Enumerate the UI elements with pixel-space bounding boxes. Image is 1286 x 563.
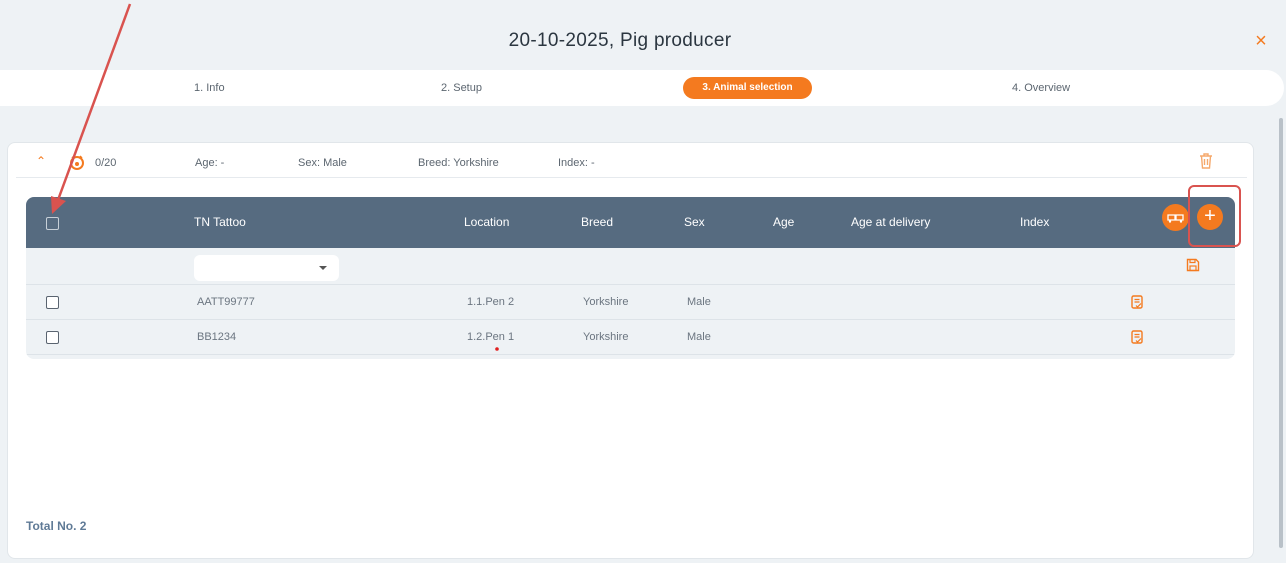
trash-icon[interactable] <box>1199 152 1213 170</box>
group-header-row: ⌃ 0/20 Age: - Sex: Male Breed: Yorkshire… <box>16 148 1247 178</box>
group-index: Index: - <box>558 157 595 169</box>
scrollbar[interactable] <box>1279 118 1283 548</box>
table-row[interactable]: AATT99777 1.1.Pen 2 Yorkshire Male <box>26 285 1235 320</box>
step-info[interactable]: 1. Info <box>194 70 225 106</box>
cell-sex: Male <box>687 296 711 308</box>
table-header: TN Tattoo Location Breed Sex Age Age at … <box>26 197 1235 248</box>
cell-location: 1.2.Pen 1 <box>467 331 515 343</box>
row-checkbox[interactable] <box>46 331 59 344</box>
group-breed: Breed: Yorkshire <box>418 157 499 169</box>
select-all-checkbox[interactable] <box>46 217 59 230</box>
cell-sex: Male <box>687 331 711 343</box>
filter-row <box>26 248 1235 285</box>
transport-icon[interactable] <box>1162 204 1189 231</box>
close-icon[interactable]: × <box>1251 31 1271 51</box>
step-overview[interactable]: 4. Overview <box>1012 70 1070 106</box>
group-count: 0/20 <box>95 157 117 169</box>
column-index[interactable]: Index <box>1020 215 1049 229</box>
column-breed[interactable]: Breed <box>581 215 613 229</box>
total-count: Total No. 2 <box>26 519 87 533</box>
chevron-up-icon[interactable]: ⌃ <box>36 154 46 168</box>
column-location[interactable]: Location <box>464 215 509 229</box>
cell-breed: Yorkshire <box>583 296 629 308</box>
animal-table: TN Tattoo Location Breed Sex Age Age at … <box>26 197 1235 359</box>
step-setup[interactable]: 2. Setup <box>441 70 482 106</box>
stepper: 1. Info 2. Setup 3. Animal selection 4. … <box>0 70 1284 106</box>
group-sex: Sex: Male <box>298 157 347 169</box>
save-icon[interactable] <box>1186 258 1200 272</box>
column-age[interactable]: Age <box>773 215 794 229</box>
cell-breed: Yorkshire <box>583 331 629 343</box>
pig-icon <box>69 154 85 173</box>
table-row[interactable]: BB1234 1.2.Pen 1 Yorkshire Male <box>26 320 1235 355</box>
step-animal-selection[interactable]: 3. Animal selection <box>683 77 812 99</box>
page-title: 20-10-2025, Pig producer <box>508 30 732 51</box>
group-age: Age: - <box>195 157 225 169</box>
column-age-at-delivery[interactable]: Age at delivery <box>851 215 930 229</box>
cell-tattoo: AATT99777 <box>197 296 255 308</box>
note-check-icon[interactable] <box>1131 330 1144 344</box>
highlight-annotation <box>1188 185 1241 247</box>
row-checkbox[interactable] <box>46 296 59 309</box>
column-sex[interactable]: Sex <box>684 215 705 229</box>
tn-tattoo-filter-select[interactable] <box>194 255 339 281</box>
cell-location: 1.1.Pen 2 <box>467 296 515 308</box>
note-check-icon[interactable] <box>1131 295 1144 309</box>
cell-tattoo: BB1234 <box>197 331 237 343</box>
column-tn-tattoo[interactable]: TN Tattoo <box>194 215 246 229</box>
